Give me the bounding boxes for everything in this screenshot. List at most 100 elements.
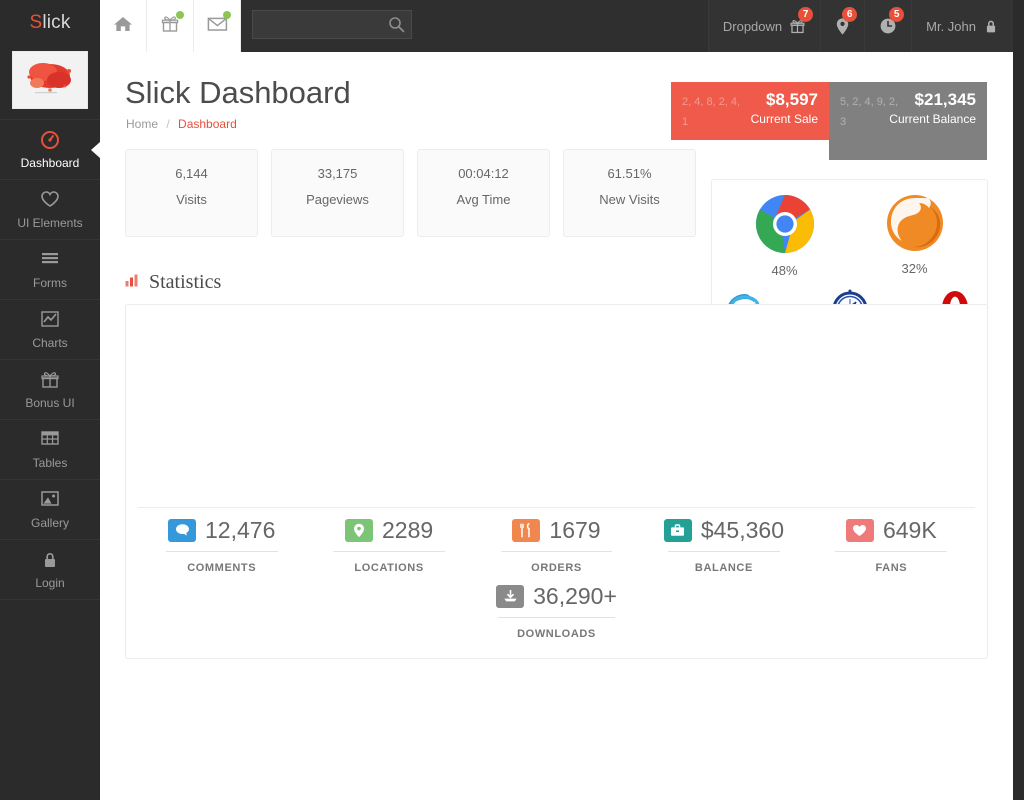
- kpi-top: $45,360: [646, 517, 801, 551]
- sidebar-item-bonus-ui[interactable]: Bonus UI: [0, 359, 100, 419]
- dropdown-label: Dropdown: [722, 18, 783, 34]
- metric-card-pageviews[interactable]: 33,175 Pageviews: [271, 149, 404, 237]
- kpi-label: ORDERS: [531, 562, 582, 574]
- download-icon: [496, 584, 525, 608]
- search-icon[interactable]: [388, 16, 405, 38]
- user-name-label: Mr. John: [926, 18, 976, 34]
- statistics-panel: 12,476 COMMENTS 2289 LOCATIONS 1679 ORDE…: [125, 304, 988, 659]
- browser-item-chrome[interactable]: 48%: [750, 192, 820, 278]
- sidebar-item-label: Login: [35, 576, 65, 590]
- sidebar-item-label: Forms: [33, 276, 67, 290]
- kpi-top: 1679: [479, 517, 634, 551]
- sidebar-divider: [0, 599, 100, 600]
- page-scrollbar[interactable]: [1013, 0, 1024, 800]
- kpi-locations[interactable]: 2289 LOCATIONS: [305, 517, 472, 574]
- search-box[interactable]: [252, 10, 412, 39]
- sparkline-values: 2, 4, 8, 2, 4, 1: [682, 96, 741, 128]
- metric-card-avg-time[interactable]: 00:04:12 Avg Time: [417, 149, 550, 237]
- user-menu-item[interactable]: Mr. John: [911, 0, 1013, 52]
- history-menu-item[interactable]: 5: [864, 0, 912, 52]
- sidebar: Slick Dashboard UI Elements Forms Charts…: [0, 0, 100, 800]
- kpi-value: 1679: [549, 517, 601, 543]
- gifts-button[interactable]: [147, 0, 194, 52]
- kpi-balance[interactable]: $45,360 BALANCE: [640, 517, 807, 574]
- kpi-top: 12,476: [144, 517, 299, 551]
- kpi-value: 12,476: [205, 517, 276, 543]
- notification-dot: [223, 11, 231, 19]
- badge-count: 6: [842, 7, 858, 22]
- avatar-wrapper: [0, 45, 100, 119]
- kpi-value: 2289: [382, 517, 434, 543]
- kpi-value: 36,290+: [533, 583, 617, 609]
- avatar[interactable]: [12, 51, 88, 109]
- kpi-top: 2289: [311, 517, 466, 551]
- kpi-top: 36,290+: [475, 583, 638, 617]
- comment-bubble-icon: [168, 518, 197, 542]
- metric-label: New Visits: [599, 192, 660, 207]
- page-header: Slick Dashboard Home / Dashboard 2, 4, 8…: [125, 52, 988, 160]
- kpi-comments[interactable]: 12,476 COMMENTS: [138, 517, 305, 574]
- sidebar-item-gallery[interactable]: Gallery: [0, 479, 100, 539]
- heart-icon: [845, 518, 874, 542]
- sidebar-item-ui-elements[interactable]: UI Elements: [0, 179, 100, 239]
- list-lines-icon: [0, 250, 100, 272]
- metric-label: Visits: [176, 192, 207, 207]
- metric-card-new-visits[interactable]: 61.51% New Visits: [563, 149, 696, 237]
- browser-item-firefox[interactable]: 32%: [880, 192, 950, 278]
- brand-accent-letter: S: [29, 12, 43, 33]
- search-wrapper: [252, 10, 412, 39]
- browser-percent: 48%: [771, 263, 798, 278]
- sidebar-item-label: Bonus UI: [25, 396, 75, 410]
- kpi-downloads[interactable]: 36,290+ DOWNLOADS: [469, 583, 644, 640]
- lock-icon: [0, 550, 100, 572]
- dashboard-page: Slick Dashboard UI Elements Forms Charts…: [0, 0, 1024, 800]
- dropdown-menu-item[interactable]: Dropdown 7: [707, 0, 821, 52]
- statistics-divider: [138, 507, 975, 508]
- sidebar-item-dashboard[interactable]: Dashboard: [0, 119, 100, 179]
- sidebar-item-charts[interactable]: Charts: [0, 299, 100, 359]
- statistics-chart-canvas[interactable]: [126, 305, 987, 500]
- breadcrumb-home[interactable]: Home: [126, 117, 158, 131]
- table-grid-icon: [0, 430, 100, 452]
- kpi-fans[interactable]: 649K FANS: [808, 517, 975, 574]
- cutlery-icon: [512, 518, 541, 542]
- sidebar-item-login[interactable]: Login: [0, 539, 100, 599]
- map-pin-icon: [345, 518, 374, 542]
- locations-menu-item[interactable]: 6: [820, 0, 865, 52]
- messages-button[interactable]: [194, 0, 241, 52]
- badge-count: 5: [889, 7, 905, 22]
- bar-chart-icon: [125, 273, 141, 292]
- metric-value: 00:04:12: [458, 166, 509, 181]
- kpi-value: $45,360: [700, 517, 784, 543]
- search-input[interactable]: [259, 11, 381, 38]
- kpi-orders[interactable]: 1679 ORDERS: [473, 517, 640, 574]
- statistics-title: Statistics: [149, 271, 222, 293]
- metric-value: 61.51%: [607, 166, 652, 181]
- header-right-items: Dropdown 7 6 5 Mr. John: [707, 0, 1013, 52]
- hero-stats: 2, 4, 8, 2, 4, 1 $8,597 Current Sale 5, …: [671, 82, 987, 160]
- brand-logo[interactable]: Slick: [0, 0, 100, 45]
- sidebar-item-label: Dashboard: [20, 156, 80, 170]
- kpi-row-secondary: 36,290+ DOWNLOADS: [138, 583, 975, 640]
- main-content: Slick Dashboard Home / Dashboard 2, 4, 8…: [100, 52, 1013, 800]
- metric-card-visits[interactable]: 6,144 Visits: [125, 149, 258, 237]
- metric-value: 33,175: [317, 166, 358, 181]
- notification-dot: [176, 11, 184, 19]
- kpi-label: FANS: [875, 562, 908, 574]
- current-sale-box[interactable]: 2, 4, 8, 2, 4, 1 $8,597 Current Sale: [671, 82, 829, 140]
- sidebar-item-tables[interactable]: Tables: [0, 419, 100, 479]
- home-icon: [113, 15, 133, 38]
- sidebar-item-forms[interactable]: Forms: [0, 239, 100, 299]
- browser-percent: 32%: [901, 261, 928, 276]
- active-caret-icon: [91, 141, 100, 158]
- kpi-label: COMMENTS: [187, 562, 257, 574]
- kpi-label: DOWNLOADS: [517, 628, 596, 640]
- header-quick-actions: [100, 0, 241, 52]
- page-title: Slick Dashboard: [125, 75, 351, 110]
- home-button[interactable]: [100, 0, 147, 52]
- sidebar-item-label: Charts: [32, 336, 68, 350]
- current-balance-box[interactable]: 5, 2, 4, 9, 2, 3 $21,345 Current Balance: [829, 82, 987, 160]
- kpi-label: BALANCE: [694, 562, 753, 574]
- heart-icon: [0, 190, 100, 212]
- kpi-value: 649K: [882, 517, 937, 543]
